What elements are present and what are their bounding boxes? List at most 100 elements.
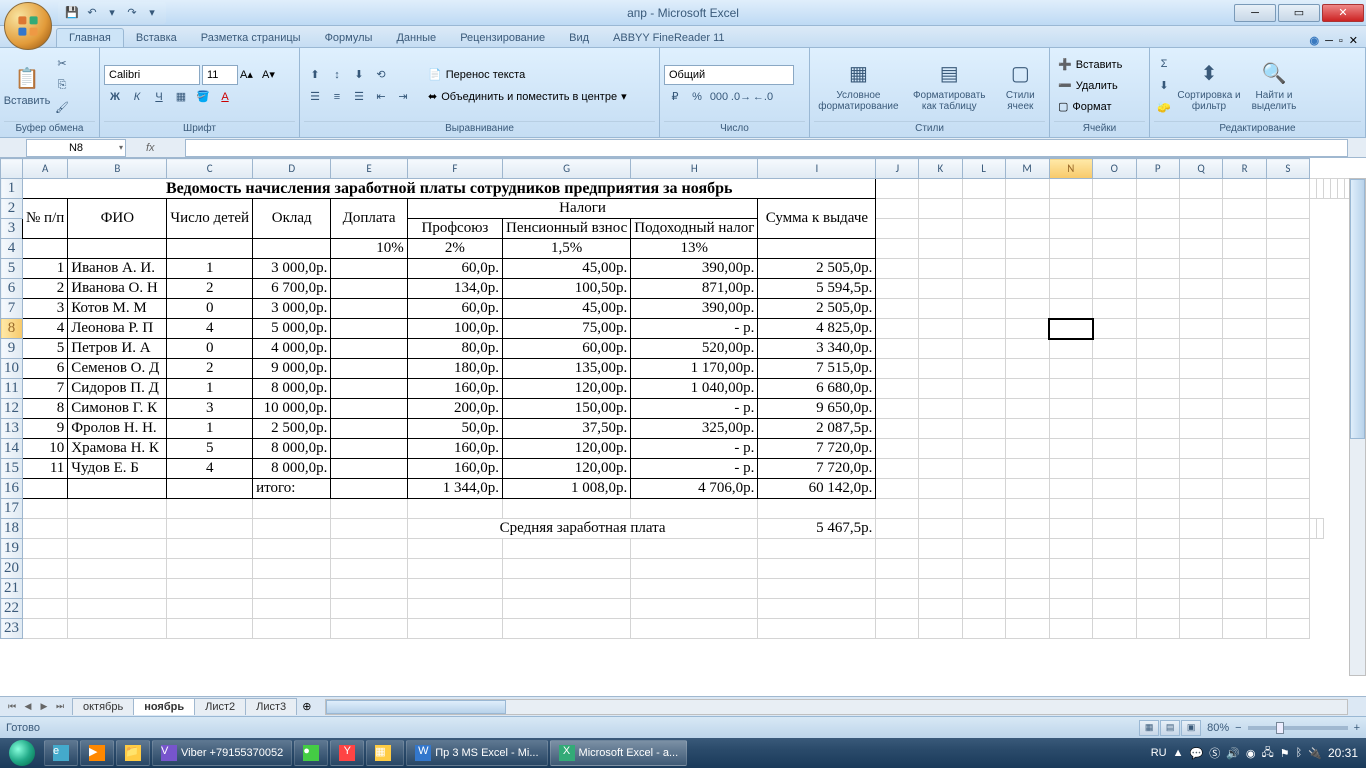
dec-dec-icon[interactable]: ←.0: [752, 87, 774, 107]
format-table-button[interactable]: ▤Форматировать как таблицу: [905, 53, 994, 119]
task-folder[interactable]: 📁: [116, 740, 150, 766]
min-ribbon-icon[interactable]: ─: [1325, 35, 1333, 47]
tab-page-layout[interactable]: Разметка страницы: [189, 29, 313, 47]
underline-button[interactable]: Ч: [148, 87, 170, 107]
tray-flag-icon[interactable]: ⚑: [1280, 747, 1290, 760]
percent-icon[interactable]: %: [686, 87, 708, 107]
close-button[interactable]: ✕: [1322, 4, 1364, 22]
office-button[interactable]: [4, 2, 52, 50]
tray-power-icon[interactable]: 🔌: [1308, 747, 1322, 760]
align-right-icon[interactable]: ☰: [348, 87, 370, 107]
task-ie[interactable]: e: [44, 740, 78, 766]
align-center-icon[interactable]: ≡: [326, 87, 348, 107]
restore-icon[interactable]: ▫: [1339, 35, 1343, 47]
new-sheet-icon[interactable]: ⊕: [296, 700, 317, 713]
task-yandex[interactable]: Y: [330, 740, 364, 766]
task-viber[interactable]: VViber +79155370052: [152, 740, 292, 766]
tray-chat-icon[interactable]: 💬: [1190, 747, 1204, 760]
sheet-nav-first-icon[interactable]: ⏮: [4, 699, 20, 715]
tray-net-icon[interactable]: 🖧: [1262, 744, 1274, 763]
task-word[interactable]: WПр 3 MS Excel - Mi...: [406, 740, 547, 766]
qat-undo-icon[interactable]: ↶: [84, 5, 100, 21]
zoom-in-icon[interactable]: +: [1354, 722, 1360, 734]
view-normal-icon[interactable]: ▦: [1139, 720, 1159, 736]
orientation-icon[interactable]: ⟲: [370, 65, 392, 85]
view-break-icon[interactable]: ▣: [1181, 720, 1201, 736]
qat-save-icon[interactable]: 💾: [64, 5, 80, 21]
wrap-text-button[interactable]: 📄Перенос текста: [424, 65, 631, 85]
tray-up-icon[interactable]: ▲: [1173, 747, 1184, 759]
zoom-slider[interactable]: [1248, 726, 1348, 730]
fill-color-icon[interactable]: 🪣: [192, 87, 214, 107]
sheet-tab-oct[interactable]: октябрь: [72, 698, 134, 715]
comma-icon[interactable]: 000: [708, 87, 730, 107]
cut-icon[interactable]: ✂: [52, 54, 72, 74]
delete-cells-button[interactable]: ➖Удалить: [1054, 76, 1126, 96]
sheet-tab-list2[interactable]: Лист2: [194, 698, 246, 715]
grow-font-icon[interactable]: A▴: [240, 68, 260, 81]
insert-cells-button[interactable]: ➕Вставить: [1054, 55, 1126, 75]
qat-dd-icon[interactable]: ▾: [104, 5, 120, 21]
copy-icon[interactable]: ⎘: [52, 76, 72, 96]
font-name-combo[interactable]: Calibri: [104, 65, 200, 85]
sheet-nav-prev-icon[interactable]: ◀: [20, 699, 36, 715]
sheet-nav-next-icon[interactable]: ▶: [36, 699, 52, 715]
align-bot-icon[interactable]: ⬇: [348, 65, 370, 85]
cell-styles-button[interactable]: ▢Стили ячеек: [996, 53, 1045, 119]
fx-icon[interactable]: fx: [126, 142, 185, 154]
paste-button[interactable]: 📋Вставить: [4, 53, 50, 119]
dec-indent-icon[interactable]: ⇤: [370, 87, 392, 107]
task-green[interactable]: ●: [294, 740, 328, 766]
currency-icon[interactable]: ₽: [664, 87, 686, 107]
vertical-scrollbar[interactable]: [1349, 178, 1366, 676]
align-left-icon[interactable]: ☰: [304, 87, 326, 107]
fill-icon[interactable]: ⬇: [1154, 76, 1174, 96]
formula-input[interactable]: [185, 139, 1348, 157]
find-select-button[interactable]: 🔍Найти и выделить: [1244, 53, 1304, 119]
format-painter-icon[interactable]: 🖌: [52, 98, 72, 118]
tab-insert[interactable]: Вставка: [124, 29, 189, 47]
help-icon[interactable]: ◉: [1309, 34, 1319, 47]
view-layout-icon[interactable]: ▤: [1160, 720, 1180, 736]
cond-format-button[interactable]: ▦Условное форматирование: [814, 53, 903, 119]
maximize-button[interactable]: ▭: [1278, 4, 1320, 22]
tab-view[interactable]: Вид: [557, 29, 601, 47]
autosum-icon[interactable]: Σ: [1154, 54, 1174, 74]
tray-bt-icon[interactable]: ᛒ: [1296, 747, 1303, 759]
tab-data[interactable]: Данные: [384, 29, 448, 47]
sheet-nav-last-icon[interactable]: ⏭: [52, 699, 68, 715]
clear-icon[interactable]: 🧽: [1154, 98, 1174, 118]
tray-skype-icon[interactable]: Ⓢ: [1209, 745, 1220, 761]
italic-button[interactable]: К: [126, 87, 148, 107]
close-doc-icon[interactable]: ✕: [1349, 34, 1358, 47]
task-excel[interactable]: XMicrosoft Excel - а...: [550, 740, 688, 766]
tab-review[interactable]: Рецензирование: [448, 29, 557, 47]
inc-indent-icon[interactable]: ⇥: [392, 87, 414, 107]
number-format-combo[interactable]: Общий: [664, 65, 794, 85]
inc-dec-icon[interactable]: .0→: [730, 87, 752, 107]
name-box[interactable]: N8: [26, 139, 126, 157]
tab-home[interactable]: Главная: [56, 28, 124, 47]
tray-lang[interactable]: RU: [1151, 747, 1167, 759]
sort-filter-button[interactable]: ⬍Сортировка и фильтр: [1176, 53, 1242, 119]
font-color-icon[interactable]: A: [214, 87, 236, 107]
qat-redo-icon[interactable]: ↷: [124, 5, 140, 21]
tab-formulas[interactable]: Формулы: [313, 29, 385, 47]
tray-clock[interactable]: 20:31: [1328, 746, 1358, 760]
align-top-icon[interactable]: ⬆: [304, 65, 326, 85]
zoom-out-icon[interactable]: −: [1235, 722, 1241, 734]
align-mid-icon[interactable]: ↕: [326, 65, 348, 85]
task-media[interactable]: ▶: [80, 740, 114, 766]
tab-abbyy[interactable]: ABBYY FineReader 11: [601, 29, 737, 47]
bold-button[interactable]: Ж: [104, 87, 126, 107]
tray-vol-icon[interactable]: 🔊: [1226, 747, 1240, 760]
start-button[interactable]: [2, 739, 42, 767]
qat-customize-icon[interactable]: ▾: [144, 5, 160, 21]
horizontal-scrollbar[interactable]: [325, 699, 1348, 715]
font-size-combo[interactable]: 11: [202, 65, 238, 85]
spreadsheet-grid[interactable]: ABCDEFGHIJKLMNOPQRS1Ведомость начисления…: [0, 158, 1366, 639]
border-icon[interactable]: ▦: [170, 87, 192, 107]
sheet-tab-nov[interactable]: ноябрь: [133, 698, 195, 715]
shrink-font-icon[interactable]: A▾: [262, 68, 282, 81]
sheet-tab-list3[interactable]: Лист3: [245, 698, 297, 715]
